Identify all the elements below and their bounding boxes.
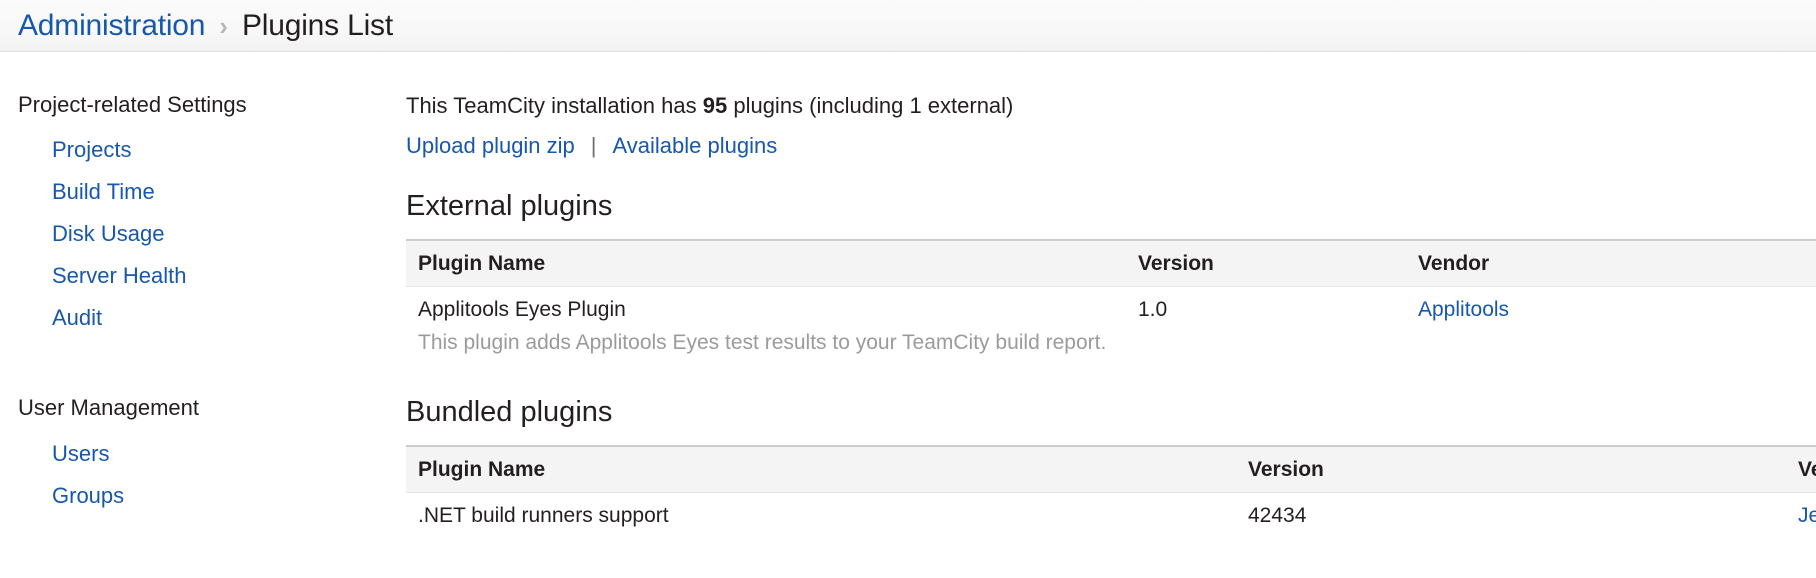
- vendor-link[interactable]: Applitools: [1418, 298, 1509, 321]
- plugin-version-cell: 1.0: [1138, 298, 1168, 322]
- summary-suffix: plugins (including 1 external): [727, 93, 1014, 118]
- sidebar-item-groups[interactable]: Groups: [0, 475, 390, 517]
- external-plugins-table: Plugin Name Version Vendor Applitools Ey…: [406, 238, 1816, 367]
- sidebar-item-server-health[interactable]: Server Health: [0, 255, 390, 297]
- plugin-name-cell: .NET build runners support: [418, 503, 669, 527]
- column-header-plugin-name[interactable]: Plugin Name: [406, 444, 1236, 493]
- column-header-version[interactable]: Version: [1126, 238, 1406, 288]
- upload-plugin-zip-link[interactable]: Upload plugin zip: [406, 133, 575, 158]
- table-row: .NET build runners support 42434 Je: [406, 492, 1816, 529]
- bundled-plugins-heading: Bundled plugins: [406, 395, 613, 428]
- column-header-vendor[interactable]: Vendor: [1406, 238, 1816, 288]
- summary-prefix: This TeamCity installation has: [406, 93, 703, 118]
- plugin-version-cell: 42434: [1248, 503, 1307, 527]
- sidebar-group-title-project-related-settings: Project-related Settings: [18, 92, 247, 117]
- table-header-row: Plugin Name Version Vendor: [406, 238, 1816, 288]
- chevron-right-icon: ›: [219, 10, 228, 41]
- plugin-name: Applitools Eyes Plugin: [418, 298, 626, 322]
- column-header-plugin-name[interactable]: Plugin Name: [406, 238, 1126, 288]
- sidebar-item-users[interactable]: Users: [0, 433, 390, 475]
- plugin-count: 95: [702, 93, 728, 118]
- plugin-vendor-cell: Je: [1786, 492, 1816, 529]
- sidebar-item-disk-usage[interactable]: Disk Usage: [0, 213, 390, 255]
- plugin-name-cell: Applitools Eyes Plugin This plugin adds …: [406, 287, 1126, 367]
- vendor-link[interactable]: Je: [1798, 504, 1816, 527]
- action-link-divider: |: [590, 132, 597, 158]
- main-content: This TeamCity installation has 95 plugin…: [390, 52, 1816, 578]
- plugin-vendor-cell: Applitools: [1406, 287, 1816, 367]
- available-plugins-link[interactable]: Available plugins: [613, 133, 778, 158]
- sidebar: Project-related Settings Projects Build …: [0, 52, 390, 578]
- table-row: Applitools Eyes Plugin This plugin adds …: [406, 287, 1816, 367]
- breadcrumb-link-administration[interactable]: Administration: [18, 10, 205, 41]
- sidebar-group-title-user-management: User Management: [18, 395, 199, 421]
- table-header-row: Plugin Name Version Ve: [406, 444, 1816, 493]
- external-plugins-section: External plugins Plugin Name Version Ven…: [406, 190, 1816, 367]
- sidebar-item-audit[interactable]: Audit: [0, 297, 390, 339]
- external-plugins-heading: External plugins: [406, 190, 613, 222]
- column-header-version[interactable]: Version: [1236, 444, 1786, 493]
- page-title: Plugins List: [241, 8, 393, 42]
- column-header-vendor[interactable]: Ve: [1786, 444, 1816, 493]
- installation-summary: This TeamCity installation has 95 plugin…: [406, 92, 1816, 120]
- bundled-plugins-table: Plugin Name Version Ve .NET build runner…: [406, 444, 1816, 529]
- bundled-plugins-section: Bundled plugins Plugin Name Version Ve .…: [406, 395, 1816, 529]
- sidebar-item-build-time[interactable]: Build Time: [0, 171, 390, 213]
- breadcrumb: Administration › Plugins List: [0, 0, 1816, 52]
- plugin-description: This plugin adds Applitools Eyes test re…: [418, 331, 1107, 355]
- action-links: Upload plugin zip | Available plugins: [406, 132, 1816, 160]
- sidebar-item-projects[interactable]: Projects: [0, 129, 390, 171]
